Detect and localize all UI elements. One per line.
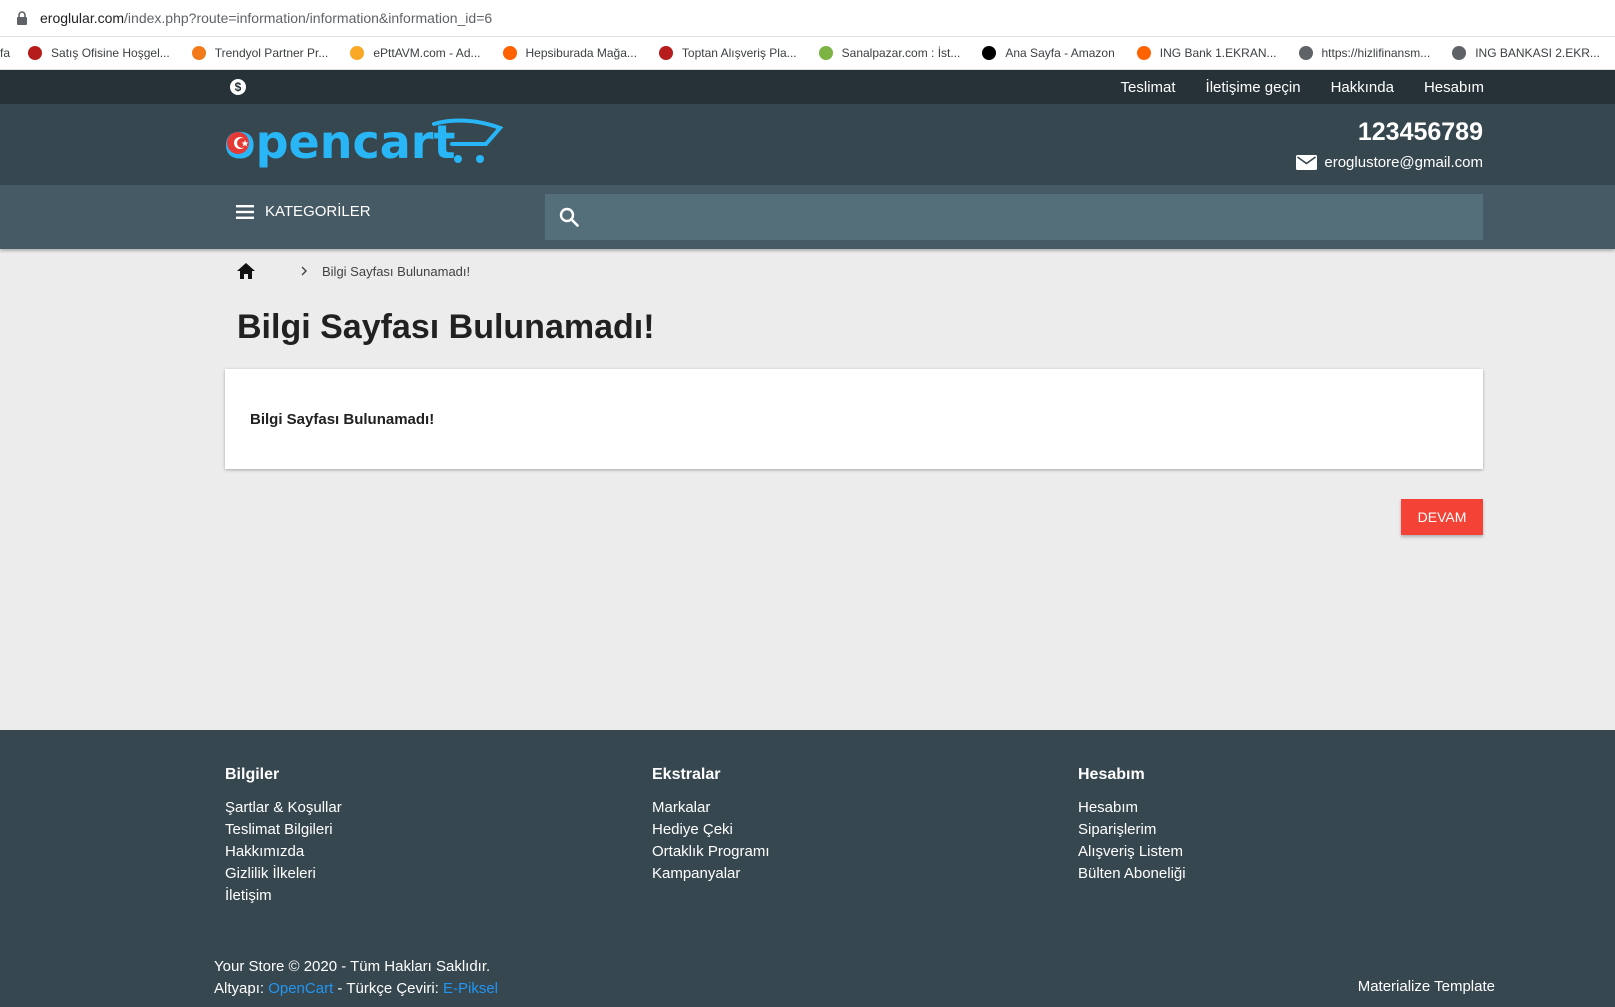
site-footer: Bilgiler Şartlar & Koşullar Teslimat Bil… bbox=[0, 730, 1615, 1007]
top-link-about[interactable]: Hakkında bbox=[1331, 79, 1394, 96]
bookmarks-bar: fa Satış Ofisine Hoşgel... Trendyol Partne… bbox=[0, 37, 1615, 70]
continue-button[interactable]: DEVAM bbox=[1401, 499, 1483, 535]
breadcrumb-current[interactable]: Bilgi Sayfası Bulunamadı! bbox=[322, 264, 470, 279]
bookmark-label: ING BANKASI 2.EKR... bbox=[1475, 46, 1600, 60]
bookmark-item[interactable]: Satış Ofisine Hoşgel... bbox=[28, 46, 170, 60]
translation-prefix: - Türkçe Çeviri: bbox=[337, 980, 439, 997]
bookmark-item[interactable]: Trendyol Partner Pr... bbox=[191, 46, 329, 60]
main-nav: KATEGORİLER bbox=[0, 185, 1615, 249]
powered-prefix: Altyapı: bbox=[214, 980, 265, 997]
home-icon[interactable] bbox=[236, 262, 256, 280]
bookmark-item[interactable]: Sanalpazar.com : İst... bbox=[818, 46, 961, 60]
bookmark-item[interactable]: Toptan Alışveriş Pla... bbox=[658, 46, 797, 60]
search-box bbox=[545, 194, 1483, 240]
categories-button[interactable]: KATEGORİLER bbox=[236, 203, 371, 220]
footer-link-privacy[interactable]: Gizlilik İlkeleri bbox=[225, 863, 342, 885]
menu-icon bbox=[236, 204, 254, 219]
footer-col-title: Hesabım bbox=[1078, 766, 1145, 783]
bookmark-favicon-icon bbox=[28, 46, 43, 60]
template-credit: Materialize Template bbox=[1357, 978, 1495, 995]
top-link-delivery[interactable]: Teslimat bbox=[1121, 79, 1176, 96]
footer-link-specials[interactable]: Kampanyalar bbox=[652, 863, 770, 885]
bookmark-favicon-icon bbox=[191, 46, 206, 60]
top-links: Teslimat İletişime geçin Hakkında Hesabı… bbox=[1091, 70, 1484, 104]
bookmark-label: Satış Ofisine Hoşgel... bbox=[51, 46, 170, 60]
footer-link-about[interactable]: Hakkımızda bbox=[225, 841, 342, 863]
footer-col-account: Hesabım Hesabım Siparişlerim Alışveriş L… bbox=[1078, 766, 1186, 885]
footer-link-orders[interactable]: Siparişlerim bbox=[1078, 819, 1186, 841]
bookmark-favicon-icon bbox=[1452, 46, 1467, 60]
footer-col-title: Bilgiler bbox=[225, 766, 280, 783]
bookmark-favicon-icon bbox=[658, 46, 673, 60]
bookmark-label: Ana Sayfa - Amazon bbox=[1005, 46, 1115, 60]
store-top-bar: $ Teslimat İletişime geçin Hakkında Hesa… bbox=[0, 70, 1615, 104]
bookmark-label: ePttAVM.com - Ad... bbox=[373, 46, 481, 60]
footer-link-terms[interactable]: Şartlar & Koşullar bbox=[225, 797, 342, 819]
bookmark-label: fa bbox=[0, 46, 11, 60]
footer-link-brands[interactable]: Markalar bbox=[652, 797, 770, 819]
breadcrumb: Bilgi Sayfası Bulunamadı! bbox=[236, 262, 470, 280]
footer-link-account[interactable]: Hesabım bbox=[1078, 797, 1186, 819]
bookmark-item[interactable]: Hepsiburada Mağa... bbox=[502, 46, 637, 60]
chevron-right-icon bbox=[301, 266, 307, 276]
store-header: opencart 123456789 eroglustore@gmail.com bbox=[0, 104, 1615, 185]
bookmark-favicon-icon bbox=[502, 46, 517, 60]
footer-col-title: Ekstralar bbox=[652, 766, 721, 783]
search-icon[interactable] bbox=[559, 207, 579, 227]
bookmark-label: Hepsiburada Mağa... bbox=[525, 46, 637, 60]
bookmark-item[interactable]: ePttAVM.com - Ad... bbox=[350, 46, 481, 60]
epiksel-link[interactable]: E-Piksel bbox=[443, 980, 498, 997]
bookmark-label: https://hizlifinansm... bbox=[1321, 46, 1431, 60]
page-title: Bilgi Sayfası Bulunamadı! bbox=[237, 308, 655, 346]
bookmark-item[interactable]: ING Bank 1.EKRAN... bbox=[1136, 46, 1277, 60]
copyright-text: Your Store © 2020 - Tüm Hakları Saklıdır… bbox=[214, 958, 491, 975]
bookmark-item[interactable]: https://hizlifinansm... bbox=[1298, 46, 1431, 60]
copyright: Your Store © 2020 - Tüm Hakları Saklıdır… bbox=[214, 956, 498, 1000]
mail-icon bbox=[1296, 155, 1318, 170]
bookmark-label: Trendyol Partner Pr... bbox=[214, 46, 329, 60]
bookmark-favicon-icon bbox=[818, 46, 833, 60]
bookmark-label: ING Bank 1.EKRAN... bbox=[1159, 46, 1277, 60]
top-link-account[interactable]: Hesabım bbox=[1424, 79, 1484, 96]
lock-icon bbox=[17, 11, 27, 25]
bookmark-item[interactable]: fa bbox=[0, 46, 10, 60]
footer-link-newsletter[interactable]: Bülten Aboneliği bbox=[1078, 863, 1186, 885]
footer-link-delivery-info[interactable]: Teslimat Bilgileri bbox=[225, 819, 342, 841]
bookmark-favicon-icon bbox=[350, 46, 365, 60]
bookmark-item[interactable]: ING BANKASI 2.EKR... bbox=[1452, 46, 1600, 60]
footer-col-extras: Ekstralar Markalar Hediye Çeki Ortaklık … bbox=[652, 766, 770, 885]
footer-link-gift-voucher[interactable]: Hediye Çeki bbox=[652, 819, 770, 841]
bookmark-label: Toptan Alışveriş Pla... bbox=[681, 46, 797, 60]
footer-link-contact[interactable]: İletişim bbox=[225, 885, 342, 907]
url-text[interactable]: eroglular.com/index.php?route=informatio… bbox=[40, 10, 492, 26]
opencart-link[interactable]: OpenCart bbox=[268, 980, 333, 997]
bookmark-item[interactable]: Ana Sayfa - Amazon bbox=[982, 46, 1115, 60]
email-text: eroglustore@gmail.com bbox=[1324, 154, 1483, 171]
footer-link-affiliate[interactable]: Ortaklık Programı bbox=[652, 841, 770, 863]
search-input[interactable] bbox=[591, 194, 1471, 240]
opencart-logo[interactable]: opencart bbox=[224, 114, 504, 176]
bookmark-favicon-icon bbox=[1136, 46, 1151, 60]
bookmark-favicon-icon bbox=[1298, 46, 1313, 60]
bookmark-favicon-icon bbox=[982, 46, 997, 60]
store-email[interactable]: eroglustore@gmail.com bbox=[1296, 154, 1483, 171]
bookmark-label: Sanalpazar.com : İst... bbox=[841, 46, 961, 60]
not-found-message: Bilgi Sayfası Bulunamadı! bbox=[250, 411, 435, 428]
content-card: Bilgi Sayfası Bulunamadı! bbox=[225, 369, 1483, 469]
browser-address-bar[interactable]: eroglular.com/index.php?route=informatio… bbox=[0, 0, 1615, 37]
footer-link-wishlist[interactable]: Alışveriş Listem bbox=[1078, 841, 1186, 863]
footer-col-information: Bilgiler Şartlar & Koşullar Teslimat Bil… bbox=[225, 766, 342, 907]
top-link-contact[interactable]: İletişime geçin bbox=[1206, 79, 1301, 96]
categories-label: KATEGORİLER bbox=[265, 203, 371, 220]
powered-by: Altyapı: OpenCart - Türkçe Çeviri: E-Pik… bbox=[214, 978, 498, 1000]
store-phone: 123456789 bbox=[1357, 118, 1483, 146]
currency-icon[interactable]: $ bbox=[230, 79, 246, 95]
logo-text: opencart bbox=[224, 115, 455, 169]
